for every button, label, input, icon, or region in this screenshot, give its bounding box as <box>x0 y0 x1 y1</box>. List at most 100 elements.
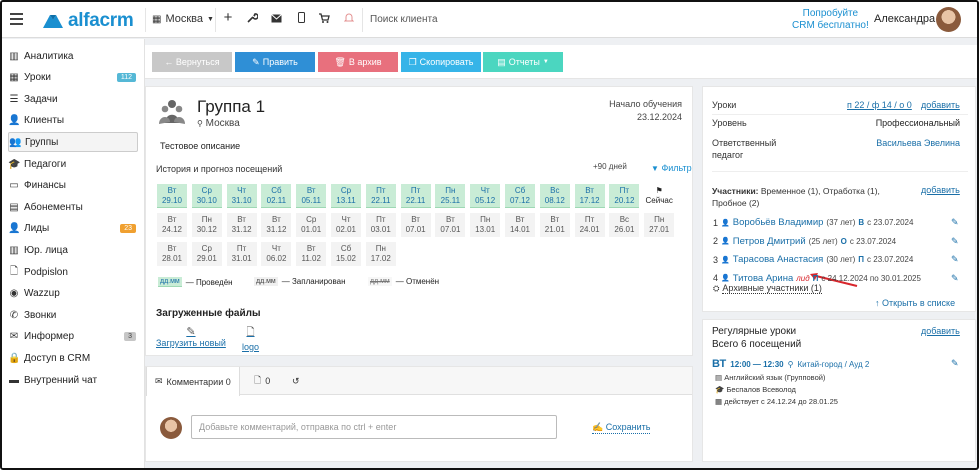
attendance-cell[interactable]: Вс 08.12 <box>539 184 570 208</box>
attendance-cell[interactable]: Вт 31.12 <box>261 213 292 237</box>
sidebar-item-12[interactable]: ◉ Wazzup <box>8 284 138 304</box>
attendance-cell[interactable]: Чт 02.01 <box>331 213 361 237</box>
lessons-counter[interactable]: п 22 / ф 14 / о 0 <box>847 100 912 110</box>
pencil-icon[interactable]: ✎ <box>951 273 959 284</box>
attendance-cell[interactable]: Сб 02.11 <box>261 184 292 208</box>
edit-button[interactable]: ✎ Править <box>235 52 315 72</box>
attendance-cell[interactable]: Вт 31.12 <box>226 213 257 237</box>
city-selector[interactable]: ▦ Москва ▼ <box>152 13 214 25</box>
attendance-cell[interactable]: Вт 05.11 <box>296 184 327 208</box>
attendance-cell[interactable]: Вт 11.02 <box>296 242 327 266</box>
attendance-cell[interactable]: Вт 07.01 <box>400 213 431 237</box>
attendance-cell[interactable]: Пт 03.01 <box>365 213 396 237</box>
cell-date: 02.11 <box>266 196 287 205</box>
menu-icon[interactable] <box>10 13 23 25</box>
sidebar-item-11[interactable]: 🗋 Podpislon <box>8 262 138 282</box>
save-comment-button[interactable]: ✍ Сохранить <box>592 422 651 434</box>
attendance-cell[interactable]: Вт 24.12 <box>157 213 187 237</box>
copy-button[interactable]: ❐ Скопировать <box>401 52 481 72</box>
member-row: 3 👤 Тарасова Анастасия (30 лет) Пс 23.07.202… <box>713 254 913 265</box>
attendance-cell[interactable]: Чт 06.02 <box>261 242 292 266</box>
sidebar-item-3[interactable]: ☰ Задачи <box>8 89 138 109</box>
tab-history[interactable]: ↺ <box>284 367 308 395</box>
cell-date: 05.11 <box>301 196 321 205</box>
attendance-cell[interactable]: Пт 24.01 <box>574 213 605 237</box>
attendance-cell[interactable]: Сб 07.12 <box>505 184 535 208</box>
plus-icon[interactable]: + <box>220 9 236 26</box>
attendance-cell[interactable]: Вт 14.01 <box>505 213 535 237</box>
tab-files[interactable]: 🗋 0 <box>246 367 278 395</box>
sidebar-item-16[interactable]: ▬ Внутренний чат <box>8 370 138 390</box>
promo-link[interactable]: Попробуйте CRM бесплатно! <box>792 8 869 32</box>
member-name[interactable]: Воробьёв Владимир <box>733 217 824 228</box>
sidebar-item-5[interactable]: 👥 Группы <box>8 132 138 153</box>
attendance-cell[interactable]: Вт 28.01 <box>157 242 187 266</box>
pencil-icon[interactable]: ✎ <box>951 217 959 228</box>
attendance-cell[interactable]: Чт 31.10 <box>226 184 257 208</box>
add-lesson-button[interactable]: добавить <box>921 100 960 110</box>
add-member-button[interactable]: добавить <box>921 185 960 195</box>
attendance-cell[interactable]: Вт 07.01 <box>435 213 466 237</box>
attendance-cell[interactable]: Вт 21.01 <box>539 213 570 237</box>
attendance-cell[interactable]: Сб 15.02 <box>331 242 361 266</box>
add-regular-button[interactable]: добавить <box>921 326 960 336</box>
attendance-cell[interactable]: Вт 17.12 <box>574 184 605 208</box>
attendance-cell[interactable]: Пт 22.11 <box>400 184 431 208</box>
attendance-cell[interactable]: Ср 13.11 <box>331 184 361 208</box>
sidebar-item-13[interactable]: ✆ Звонки <box>8 305 138 325</box>
tab-comments[interactable]: ✉ Комментарии 0 <box>146 367 240 396</box>
avatar[interactable] <box>936 7 961 32</box>
pencil-icon[interactable]: ✎ <box>951 254 959 265</box>
attendance-cell[interactable]: Пт 31.01 <box>226 242 257 266</box>
attendance-cell[interactable]: Чт 05.12 <box>470 184 501 208</box>
attendance-cell[interactable]: Ср 01.01 <box>296 213 327 237</box>
comment-input[interactable]: Добавьте комментарий, отправка по ctrl +… <box>191 415 557 439</box>
open-list-link[interactable]: ↑ Открыть в списке <box>875 298 955 308</box>
attendance-cell[interactable]: Пт 20.12 <box>609 184 640 208</box>
attendance-cell[interactable]: Ср 29.01 <box>191 242 222 266</box>
archive-button[interactable]: 🗑 В архив <box>318 52 398 72</box>
attendance-cell[interactable]: Вт 29.10 <box>157 184 187 208</box>
teacher-link[interactable]: Васильева Эвелина <box>876 138 960 148</box>
member-name[interactable]: Петров Дмитрий <box>733 236 806 247</box>
search-input[interactable]: Поиск клиента <box>370 14 438 25</box>
sidebar-item-14[interactable]: ✉ Информер 3 <box>8 327 138 347</box>
sidebar-item-9[interactable]: 👤 Лиды 23 <box>8 219 138 239</box>
file-item[interactable]: 🗋 logo <box>242 325 259 352</box>
sidebar-item-7[interactable]: ▭ Финансы <box>8 176 138 196</box>
attendance-cell[interactable]: Ср 30.10 <box>191 184 222 208</box>
member-name[interactable]: Тарасова Анастасия <box>733 254 824 265</box>
attendance-cell[interactable]: Пт 22.11 <box>365 184 396 208</box>
history-range[interactable]: +90 дней <box>593 162 627 171</box>
upload-file-button[interactable]: ✎ Загрузить новый <box>156 325 226 348</box>
sidebar-item-2[interactable]: ▦ Уроки 112 <box>8 68 138 88</box>
sidebar-item-10[interactable]: ▥ Юр. лица <box>8 240 138 260</box>
lesson-place[interactable]: Китай-город / Ауд 2 <box>797 360 869 369</box>
sidebar-item-1[interactable]: ▥ Аналитика <box>8 46 138 66</box>
attendance-cell[interactable]: Пн 27.01 <box>644 213 675 237</box>
sidebar-item-15[interactable]: 🔒 Доступ в CRM <box>8 348 138 368</box>
envelope-icon[interactable] <box>268 12 284 26</box>
mobile-icon[interactable] <box>293 12 309 26</box>
sidebar-item-8[interactable]: ▤ Абонементы <box>8 197 138 217</box>
attendance-cell[interactable]: Пн 25.11 <box>435 184 466 208</box>
logo[interactable]: alfacrm <box>42 10 134 32</box>
attendance-cell[interactable]: Вс 26.01 <box>609 213 640 237</box>
bell-icon[interactable] <box>341 12 357 26</box>
sidebar-item-4[interactable]: 👤 Клиенты <box>8 111 138 131</box>
divider <box>362 8 363 32</box>
pencil-icon[interactable]: ✎ <box>951 358 959 369</box>
attendance-cell[interactable]: Пн 13.01 <box>470 213 501 237</box>
attendance-cell[interactable]: Пн 17.02 <box>365 242 396 266</box>
member-name[interactable]: Титова Арина <box>733 273 794 284</box>
sidebar-item-6[interactable]: 🎓 Педагоги <box>8 154 138 174</box>
attendance-cell[interactable]: Пн 30.12 <box>191 213 222 237</box>
back-button[interactable]: ← Вернуться <box>152 52 232 72</box>
pencil-icon[interactable]: ✎ <box>951 236 959 247</box>
user-name[interactable]: Александра <box>874 13 935 25</box>
cart-icon[interactable] <box>316 12 332 26</box>
wrench-icon[interactable] <box>244 12 260 26</box>
reports-button[interactable]: ▤ Отчеты ▼ <box>483 52 563 72</box>
filter-button[interactable]: ▼ Фильтр <box>651 163 692 173</box>
archive-members-link[interactable]: ⛭ Архивные участники (1) <box>713 283 822 294</box>
